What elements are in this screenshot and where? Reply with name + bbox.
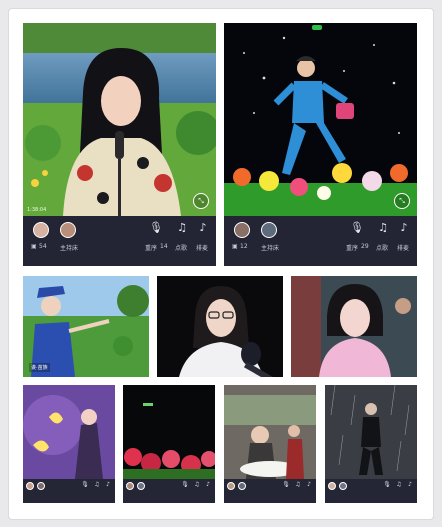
queue-count: 14 [160,243,168,250]
avatar[interactable] [33,222,49,238]
live-video-night-flowers[interactable] [123,385,215,479]
mic-icon[interactable]: 🎙 [149,221,163,235]
live-video-singer[interactable] [23,23,216,216]
avatar[interactable] [227,482,235,490]
live-room-card-2[interactable]: ⤡ ▣ 12 主持床 🎙 重序 29 ♫ 点歌 ♪ 排麦 [224,23,417,266]
rank-label[interactable]: 排麦 [196,243,208,252]
viewer-count: 54 [39,243,47,250]
chat-icon: ▣ [31,243,37,250]
host-label: 主持床 [261,245,280,252]
music-note-icon[interactable]: ♫ [175,221,189,235]
avatar[interactable] [261,222,277,238]
host-label: 主持床 [60,245,79,252]
avatar[interactable] [339,482,347,490]
mic-icon[interactable]: 🎙 [383,481,391,489]
mic-icon[interactable]: 🎙 [350,221,364,235]
collage-frame: 1:38:04 ⤡ ▣ 54 主持床 🎙 重序 14 ♫ 点歌 ♪ 排麦 ⤡ ▣… [9,9,433,519]
mic-icon[interactable]: 🎙 [181,481,189,489]
music-note-icon[interactable]: ♫ [193,481,201,489]
mic-rank-icon[interactable]: ♪ [196,221,210,235]
room-control-bar: 🎙 ♫ ♪ [224,479,316,503]
live-video-rain-singer[interactable] [325,385,417,479]
avatar[interactable] [37,482,45,490]
live-video-dancer[interactable] [224,23,417,216]
chat-icon: ▣ [232,243,238,250]
mic-rank-icon[interactable]: ♪ [305,481,313,489]
room-control-bar: ▣ 54 主持床 🎙 重序 14 ♫ 点歌 ♪ 排麦 [23,216,216,266]
music-note-icon[interactable]: ♫ [294,481,302,489]
queue-label: 重序 [145,245,158,252]
collapse-icon[interactable]: ⤡ [394,193,410,209]
live-room-card-6[interactable]: 🎙 ♫ ♪ [325,385,417,503]
live-room-card-3[interactable]: 🎙 ♫ ♪ [23,385,115,503]
rank-label[interactable]: 排麦 [397,243,409,252]
music-note-icon[interactable]: ♫ [376,221,390,235]
live-video-butterfly-scene[interactable] [23,385,115,479]
mic-icon[interactable]: 🎙 [81,481,89,489]
order-label[interactable]: 点歌 [175,243,187,252]
live-room-card-4[interactable]: 🎙 ♫ ♪ [123,385,215,503]
avatar[interactable] [126,482,134,490]
live-video-mic-singer[interactable] [157,276,283,377]
queue-count: 29 [361,243,369,250]
room-control-bar: 🎙 ♫ ♪ [123,479,215,503]
avatar[interactable] [238,482,246,490]
queue-label: 重序 [346,245,359,252]
stream-duration: 1:38:04 [27,207,47,213]
room-control-bar: ▣ 12 主持床 🎙 重序 29 ♫ 点歌 ♪ 排麦 [224,216,417,266]
live-video-restaurant[interactable] [224,385,316,479]
music-note-icon[interactable]: ♫ [395,481,403,489]
stream-tag: 诶·苗族 [29,363,50,372]
mic-rank-icon[interactable]: ♪ [104,481,112,489]
avatar[interactable] [26,482,34,490]
live-video-opera-singer[interactable] [291,276,417,377]
avatar[interactable] [137,482,145,490]
live-video-ethnic-singer[interactable]: 诶·苗族 [23,276,149,377]
music-note-icon[interactable]: ♫ [93,481,101,489]
room-control-bar: 🎙 ♫ ♪ [325,479,417,503]
collapse-icon[interactable]: ⤡ [193,193,209,209]
room-control-bar: 🎙 ♫ ♪ [23,479,115,503]
live-room-card-5[interactable]: 🎙 ♫ ♪ [224,385,316,503]
order-label[interactable]: 点歌 [376,243,388,252]
mic-rank-icon[interactable]: ♪ [406,481,414,489]
viewer-count: 12 [240,243,248,250]
mic-rank-icon[interactable]: ♪ [204,481,212,489]
live-room-card-1[interactable]: 1:38:04 ⤡ ▣ 54 主持床 🎙 重序 14 ♫ 点歌 ♪ 排麦 [23,23,216,266]
avatar[interactable] [328,482,336,490]
avatar[interactable] [234,222,250,238]
mic-rank-icon[interactable]: ♪ [397,221,411,235]
avatar[interactable] [60,222,76,238]
mic-icon[interactable]: 🎙 [282,481,290,489]
